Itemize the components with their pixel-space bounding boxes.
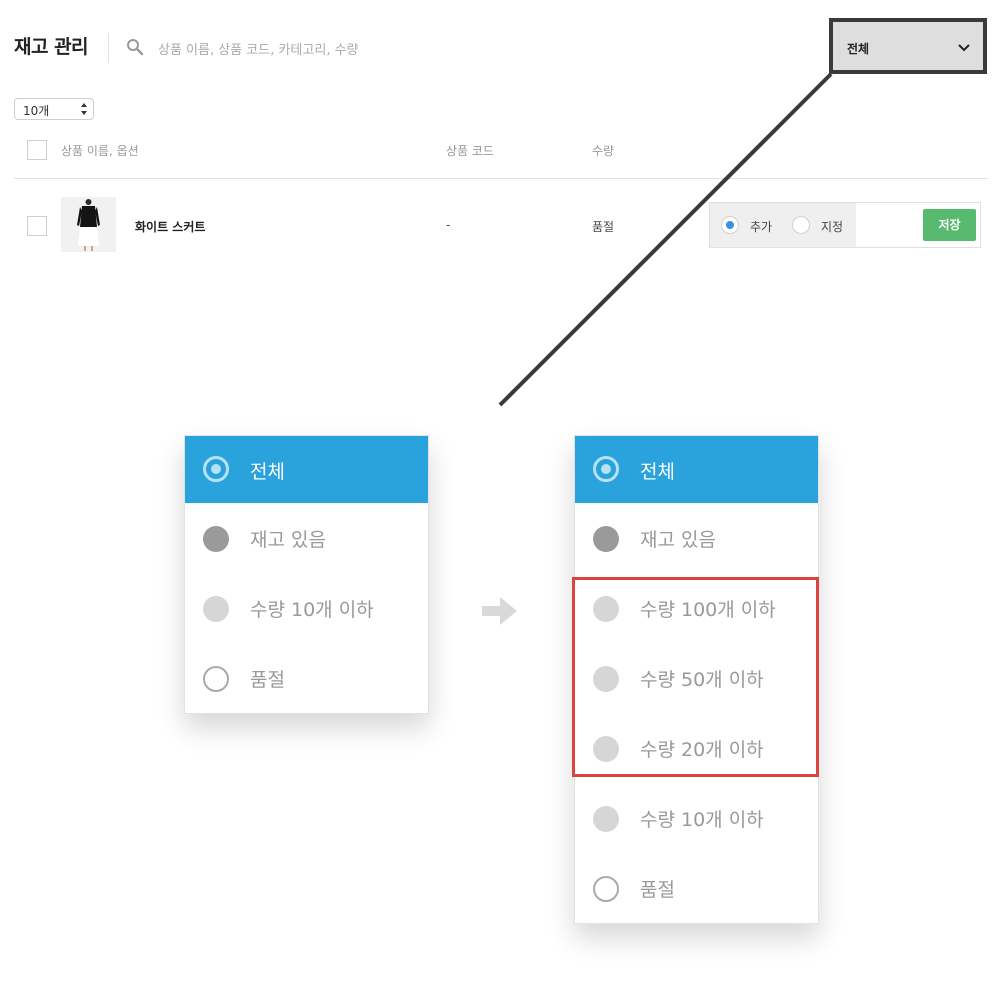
header-divider [108,33,109,63]
sold-out-circle-icon [593,876,619,902]
selected-radio-icon [593,456,619,482]
dropdown-option[interactable]: 수량 10개 이하 [575,783,818,853]
dropdown-option[interactable]: 전체 [185,436,428,503]
dropdown-option[interactable]: 수량 10개 이하 [185,573,428,643]
dropdown-before: 전체 재고 있음 수량 10개 이하 품절 [184,435,429,714]
option-label: 수량 20개 이하 [640,739,764,761]
option-label: 수량 10개 이하 [640,809,764,831]
column-header-name: 상품 이름, 옵션 [61,144,139,158]
updown-arrow-icon [81,103,87,115]
product-name: 화이트 스커트 [135,220,206,234]
dropdown-option[interactable]: 품절 [575,853,818,923]
low-stock-dot-icon [593,666,619,692]
low-stock-dot-icon [593,596,619,622]
radio-add-label: 추가 [750,220,773,234]
low-stock-dot-icon [203,596,229,622]
stock-filter-select[interactable]: 전체 [829,18,987,74]
page-title: 재고 관리 [14,36,89,58]
option-label: 수량 50개 이하 [640,669,764,691]
option-label: 품절 [640,879,675,901]
product-thumbnail [61,197,116,252]
dropdown-option[interactable]: 재고 있음 [575,503,818,573]
dropdown-option[interactable]: 품절 [185,643,428,713]
callout-connector-line [498,72,833,407]
low-stock-dot-icon [593,806,619,832]
radio-add[interactable] [722,217,738,233]
row-checkbox[interactable] [27,216,47,236]
radio-set[interactable] [792,216,810,234]
column-header-code: 상품 코드 [446,144,494,158]
dropdown-option[interactable]: 수량 20개 이하 [575,713,818,783]
arrow-right-icon [482,597,517,625]
in-stock-dot-icon [593,526,619,552]
dropdown-option[interactable]: 재고 있음 [185,503,428,573]
page-size-value: 10개 [23,104,50,118]
selected-radio-icon [203,456,229,482]
sold-out-circle-icon [203,666,229,692]
page-size-select[interactable]: 10개 [14,98,94,120]
option-label: 전체 [250,461,285,483]
dropdown-option[interactable]: 수량 50개 이하 [575,643,818,713]
option-label: 수량 100개 이하 [640,599,776,621]
dropdown-after: 전체 재고 있음 수량 100개 이하 수량 50개 이하 수량 20개 이하 … [574,435,819,924]
option-label: 재고 있음 [250,529,326,551]
dropdown-option[interactable]: 수량 100개 이하 [575,573,818,643]
option-label: 전체 [640,461,675,483]
stock-adjust-control: 추가 지정 저장 [709,202,981,248]
product-code: - [446,218,451,232]
select-all-checkbox[interactable] [27,140,47,160]
table-header-divider [14,178,988,179]
product-quantity: 품절 [592,220,615,234]
search-icon [127,39,144,56]
option-label: 수량 10개 이하 [250,599,374,621]
low-stock-dot-icon [593,736,619,762]
column-header-quantity: 수량 [592,144,615,158]
radio-set-label: 지정 [821,220,844,234]
save-button[interactable]: 저장 [923,209,976,241]
search-input[interactable]: 상품 이름, 상품 코드, 카테고리, 수량 [158,39,359,58]
option-label: 품절 [250,669,285,691]
in-stock-dot-icon [203,526,229,552]
dropdown-option[interactable]: 전체 [575,436,818,503]
stock-mode-radio-group: 추가 지정 [710,203,856,247]
stock-filter-value: 전체 [847,42,870,56]
chevron-down-icon [958,44,970,52]
option-label: 재고 있음 [640,529,716,551]
